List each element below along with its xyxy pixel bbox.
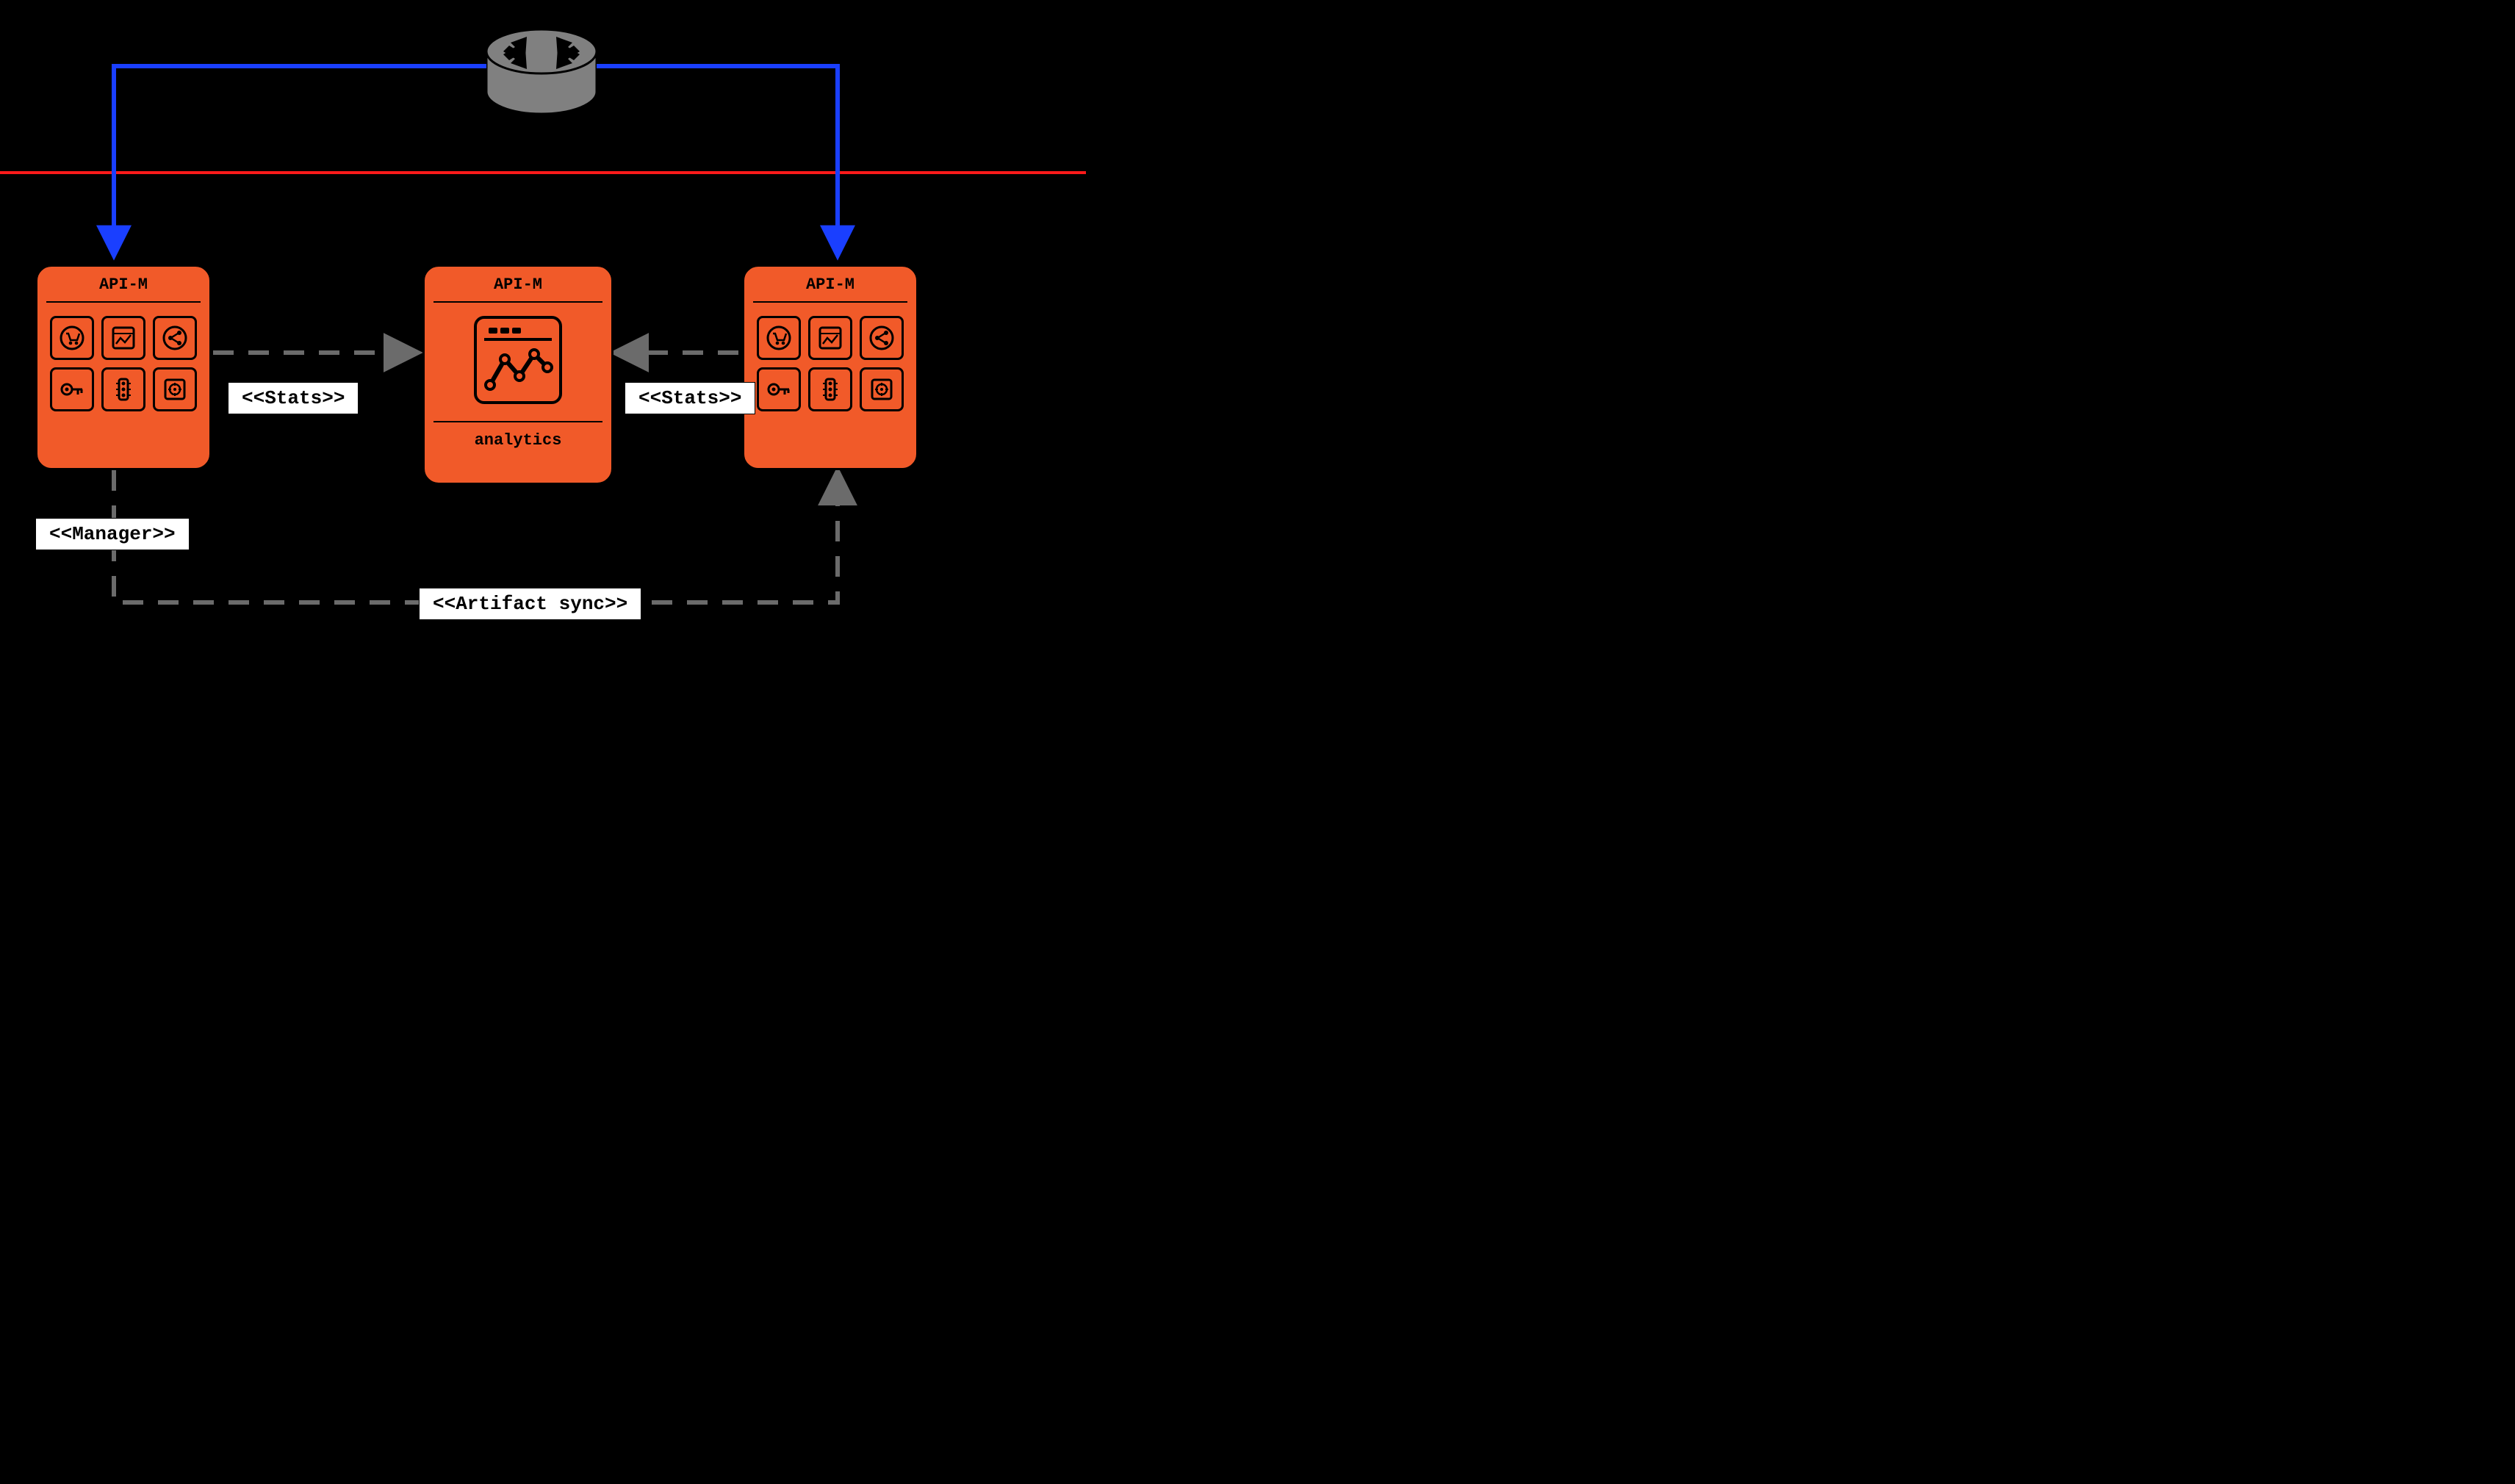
safe-icon [860,367,904,411]
manager-label: <<Manager>> [35,518,190,550]
chart-icon [101,316,145,360]
artifact-sync-label: <<Artifact sync>> [419,588,641,620]
stats-left-label: <<Stats>> [228,382,359,414]
traffic-icon [101,367,145,411]
apim-analytics-node: API-M analytics [422,264,614,485]
analytics-body [425,303,611,408]
apim-left-title: API-M [37,267,209,301]
chart-icon [808,316,852,360]
router-to-left-line [114,66,486,253]
key-icon [50,367,94,411]
apim-left-icons [37,303,209,425]
cart-icon [757,316,801,360]
share-icon [153,316,197,360]
apim-left-node: API-M [35,264,212,470]
safe-icon [153,367,197,411]
apim-right-title: API-M [744,267,916,301]
router-icon [486,29,597,114]
key-icon [757,367,801,411]
apim-right-icons [744,303,916,425]
apim-right-node: API-M [742,264,918,470]
apim-center-sub: analytics [425,422,611,461]
router-to-right-line [597,66,838,253]
manager-artifact-line [114,470,838,602]
stats-right-label: <<Stats>> [625,382,755,414]
share-icon [860,316,904,360]
traffic-icon [808,367,852,411]
analytics-icon [474,316,562,404]
apim-center-title: API-M [425,267,611,301]
cart-icon [50,316,94,360]
diagram-stage: API-M API-M [0,0,1086,641]
